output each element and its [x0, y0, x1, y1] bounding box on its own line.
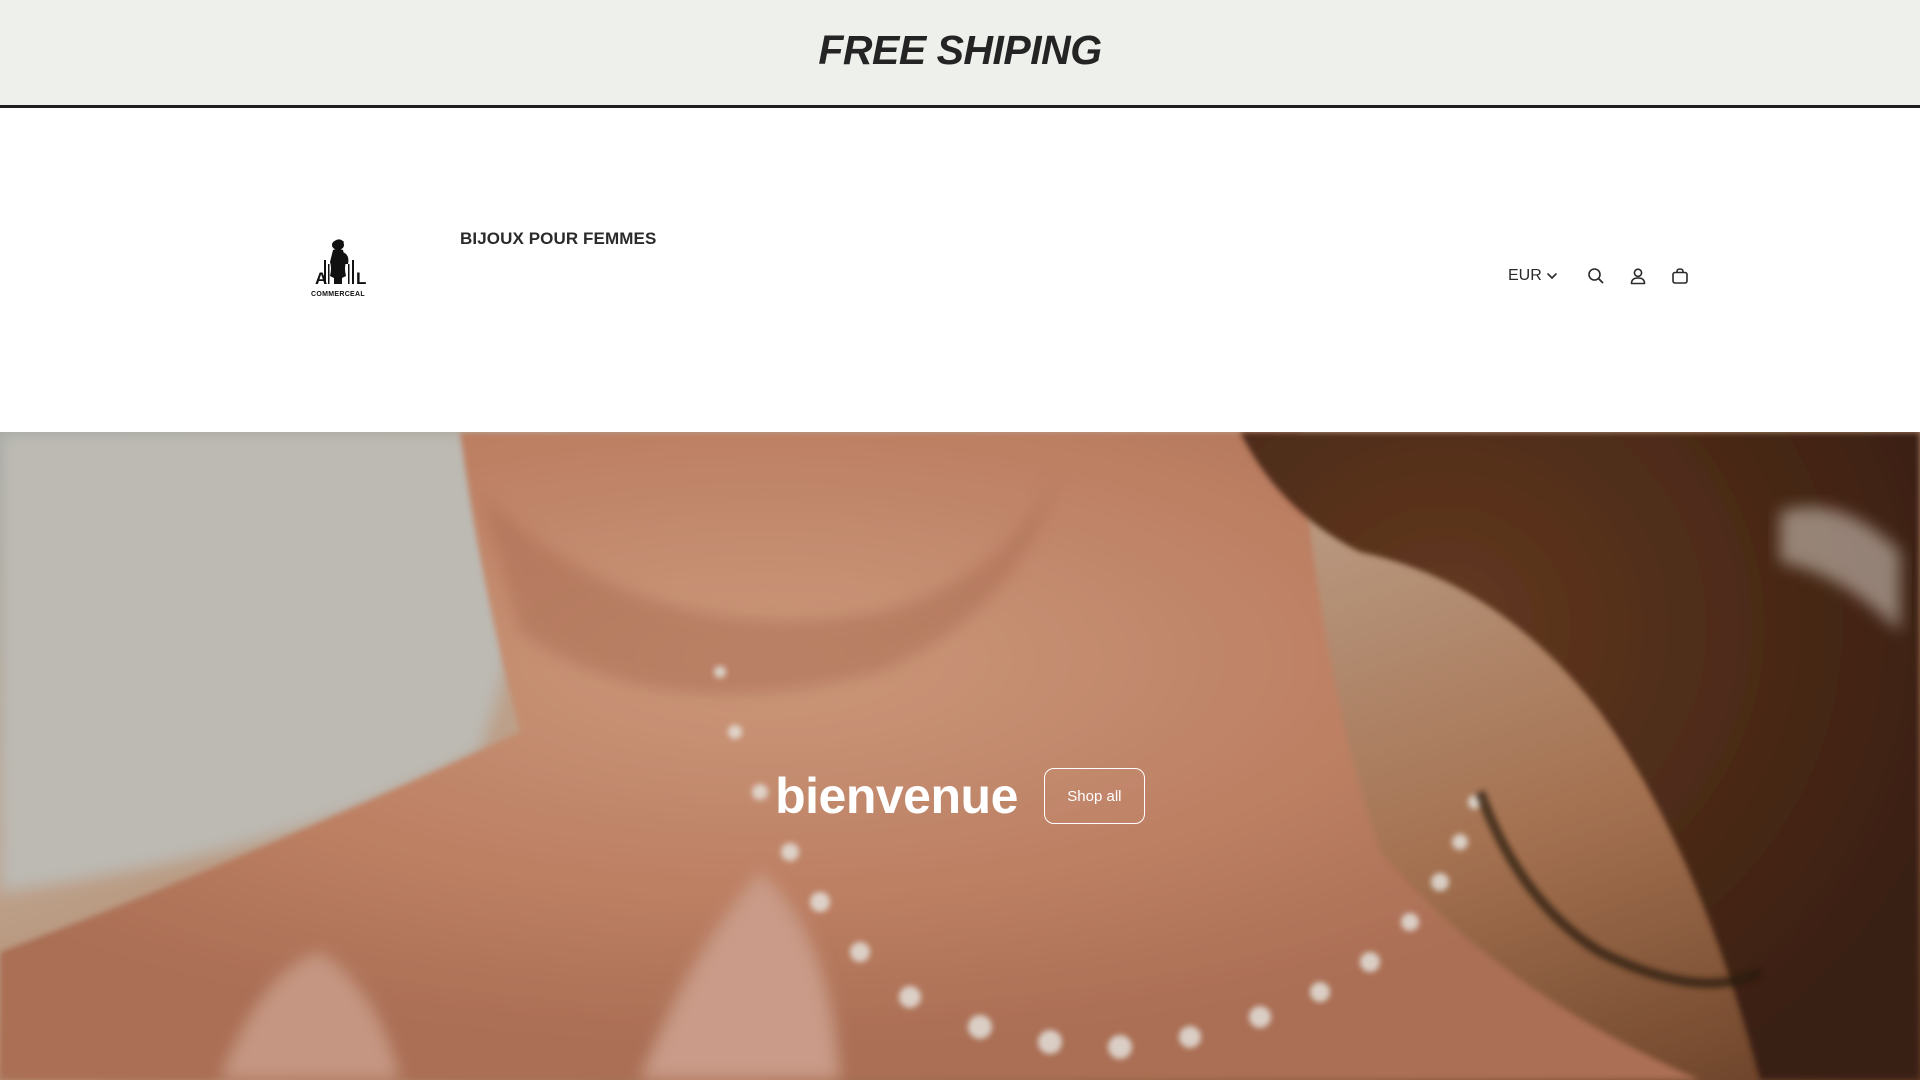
- site-header: A L COMMERCEAL BIJOUX POUR FEMMES EUR: [0, 108, 1920, 432]
- hero-title: bienvenue: [775, 768, 1018, 824]
- logo-letter-l: L: [356, 269, 366, 288]
- search-button[interactable]: [1576, 258, 1616, 294]
- cart-button[interactable]: [1660, 258, 1700, 294]
- account-button[interactable]: [1618, 258, 1658, 294]
- store-logo[interactable]: A L COMMERCEAL: [306, 234, 370, 304]
- search-icon: [1587, 268, 1604, 284]
- currency-label: EUR: [1508, 267, 1542, 284]
- cart-icon: [1671, 268, 1688, 284]
- currency-selector[interactable]: EUR: [1508, 267, 1558, 285]
- header-actions: EUR: [1500, 258, 1702, 294]
- hero-content: bienvenue Shop all: [0, 432, 1920, 1080]
- hero-banner: bienvenue Shop all: [0, 432, 1920, 1080]
- chevron-down-icon: [1546, 273, 1557, 279]
- shop-all-button[interactable]: Shop all: [1043, 768, 1145, 824]
- nav-link-bijoux-pour-femmes[interactable]: BIJOUX POUR FEMMES: [460, 229, 656, 249]
- account-icon: [1630, 268, 1646, 285]
- announcement-bar: FREE SHIPING: [0, 0, 1920, 108]
- logo-letter-a: A: [315, 269, 327, 288]
- announcement-text: FREE SHIPING: [818, 27, 1102, 73]
- logo-wordmark: COMMERCEAL: [311, 291, 365, 298]
- logo-mark: A L COMMERCEAL: [311, 239, 366, 298]
